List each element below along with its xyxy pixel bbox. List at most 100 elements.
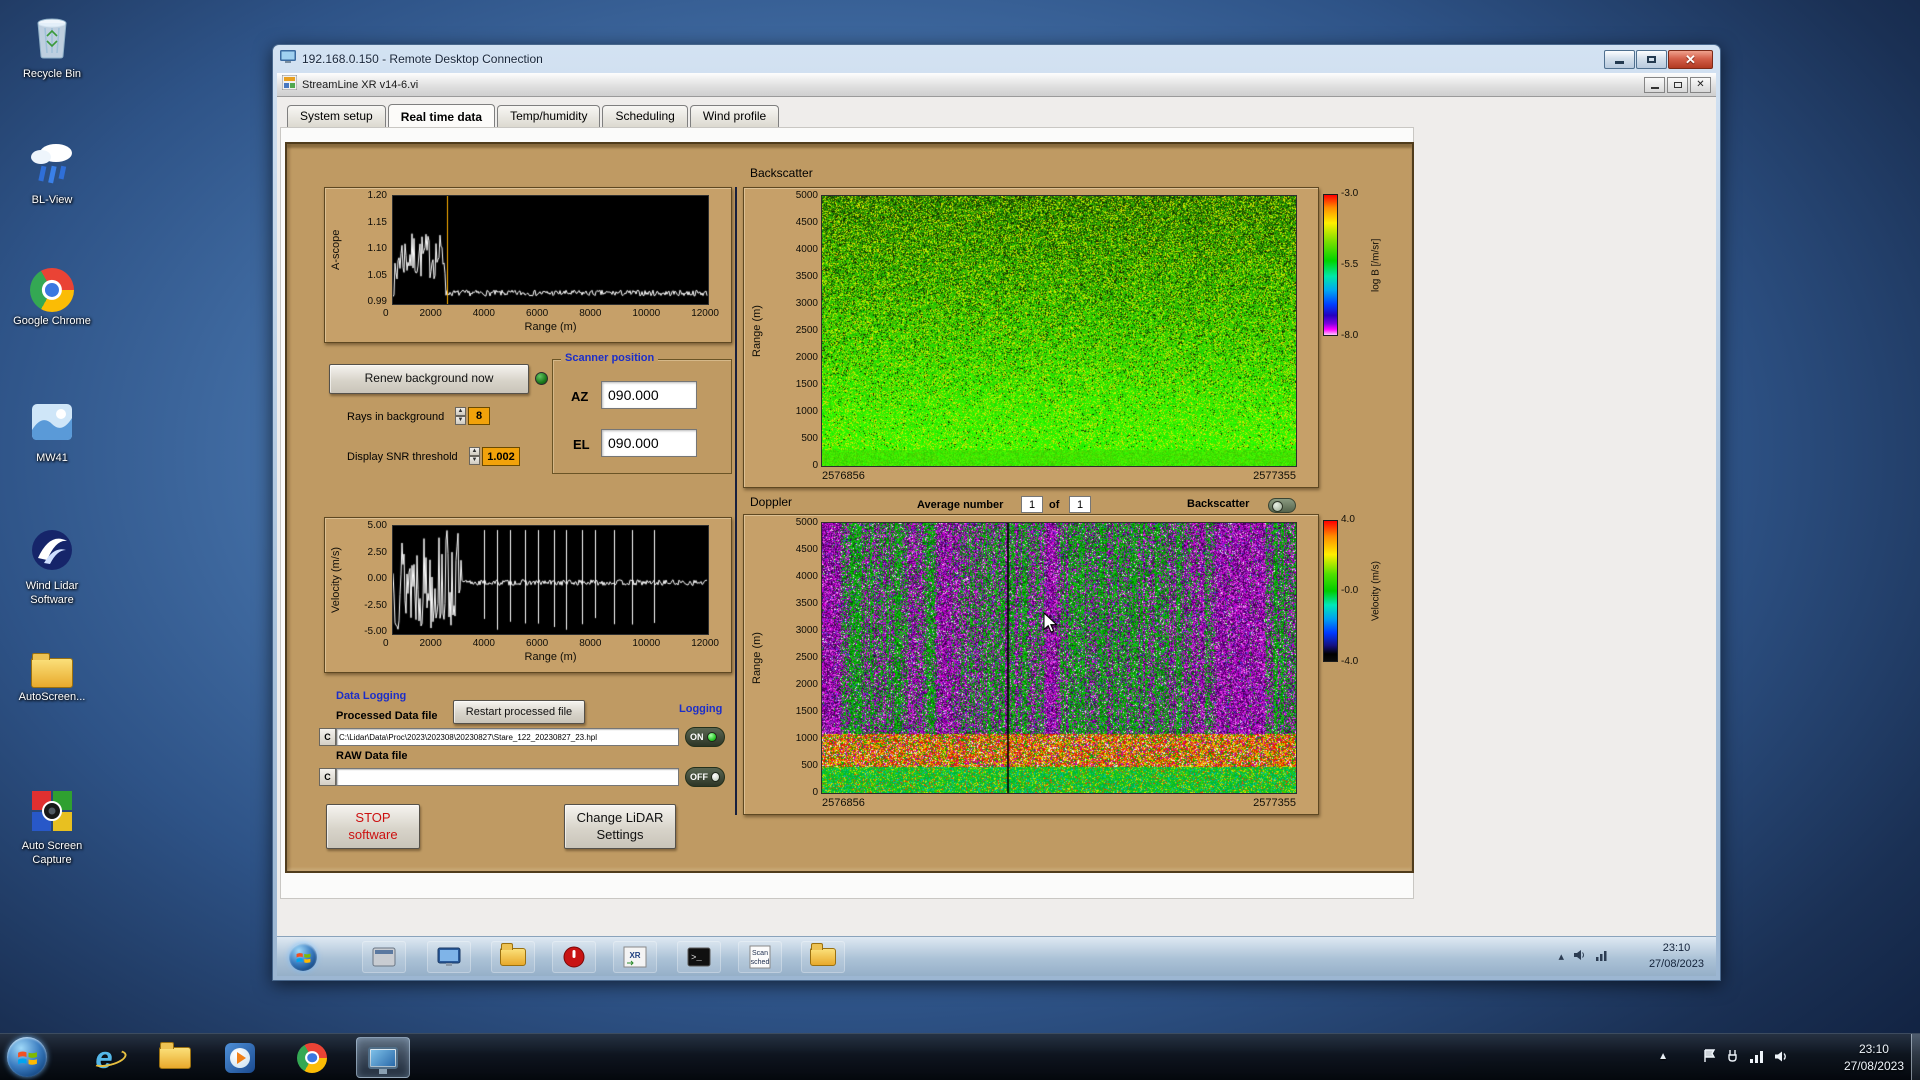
tick-label: 5.00 [367,520,387,531]
desktop-icon-mw41[interactable]: MW41 [6,400,98,466]
data-logging-title: Data Logging [336,690,407,702]
network-icon[interactable] [1749,1050,1764,1068]
spinner-up-icon[interactable]: ▲ [455,407,466,416]
renew-background-button[interactable]: Renew background now [329,364,529,394]
off-label: OFF [690,772,708,782]
tick-label: 4500 [795,544,818,555]
desktop-icon-wind-lidar[interactable]: Wind Lidar Software [6,528,98,608]
doppler-section-title: Doppler [750,495,793,509]
stop-software-button[interactable]: STOP software [326,804,420,849]
tab-system-setup[interactable]: System setup [287,105,386,127]
tick-label: 6000 [525,638,549,649]
show-desktop-button[interactable] [1911,1034,1920,1080]
remote-taskbar-display-settings-icon[interactable] [427,941,471,973]
desktop-icon-autoscreen[interactable]: AutoScreen... [6,653,98,705]
processed-drive-box[interactable]: C [319,728,336,746]
tick-label: 5000 [795,517,818,528]
raw-logging-toggle-off[interactable]: OFF [685,767,725,787]
ascope-y-ticks: 1.20 1.15 1.10 1.05 0.99 [349,191,387,307]
spinner-down-icon[interactable]: ▼ [455,416,466,425]
backscatter-chart-group: Range (m) 5000 4500 4000 3500 3000 2500 2000 15… [743,187,1319,488]
remote-taskbar-xr-tool-icon[interactable]: XR [613,941,657,973]
host-clock[interactable]: 23:10 27/08/2023 [1844,1041,1904,1075]
raw-path-input[interactable] [336,768,679,786]
remote-start-button[interactable] [289,943,317,971]
tick-label: 2000 [419,308,442,319]
desktop-icon-recycle-bin[interactable]: Recycle Bin [6,14,98,82]
tab-wind-profile[interactable]: Wind profile [689,105,780,127]
snr-threshold-label: Display SNR threshold [347,451,458,463]
rays-value-box[interactable]: 8 [468,407,490,425]
change-lidar-settings-button[interactable]: Change LiDAR Settings [564,804,676,849]
rdp-titlebar[interactable]: 192.168.0.150 - Remote Desktop Connectio… [273,45,1720,73]
taskbar-google-chrome[interactable] [285,1037,339,1078]
app-titlebar[interactable]: StreamLine XR v14-6.vi ✕ [277,73,1716,97]
remote-taskbar-stop-power-icon[interactable] [552,941,596,973]
desktop-icon-bl-view[interactable]: BL-View [6,140,98,208]
tab-scheduling[interactable]: Scheduling [602,105,688,127]
tick-label: 500 [801,760,818,771]
off-led-icon [711,772,720,782]
action-center-flag-icon[interactable] [1703,1049,1716,1068]
doppler-colorbar [1323,520,1338,662]
scanner-position-title: Scanner position [561,352,659,364]
renew-background-label: Renew background now [364,371,494,386]
processed-path-input[interactable]: C:\Lidar\Data\Proc\2023\202308\20230827\… [336,728,679,746]
processed-logging-toggle-on[interactable]: ON [685,727,725,747]
app-close-button[interactable]: ✕ [1690,76,1711,93]
az-input[interactable]: 090.000 [601,381,697,409]
velocity-x-axis-label: Range (m) [524,651,577,663]
raw-drive-box[interactable]: C [319,768,336,786]
backscatter-colorbar-ticks: -3.0 -5.5 -8.0 [1341,189,1369,341]
tick-label: 4000 [472,308,495,319]
tick-label: -5.00 [364,626,387,637]
remote-taskbar: XR >_ Scan sched ▴ 23:10 27/08/2023 [277,936,1716,976]
desktop-icon-auto-screen-capture[interactable]: Auto Screen Capture [6,790,98,868]
host-start-button[interactable] [7,1037,47,1077]
rdp-minimize-button[interactable] [1604,49,1635,69]
tab-temp-humidity[interactable]: Temp/humidity [497,105,601,127]
tray-expand-icon[interactable]: ▴ [1558,950,1564,963]
snr-spinner[interactable]: ▲ ▼ [469,447,480,465]
remote-taskbar-app-window-icon[interactable] [362,941,406,973]
taskbar-windows-explorer[interactable] [148,1037,202,1078]
doppler-colorbar-label: Velocity (m/s) [1370,561,1382,622]
volume-icon[interactable] [1573,949,1586,964]
snr-value-box[interactable]: 1.002 [482,447,520,466]
power-icon[interactable] [1726,1049,1739,1068]
app-restore-button[interactable] [1667,76,1688,93]
tick-label: 1500 [795,379,818,390]
taskbar-internet-explorer[interactable]: e [77,1037,131,1078]
average-total-box[interactable]: 1 [1069,496,1091,513]
tick-label: 8000 [579,308,602,319]
remote-taskbar-files-folder-icon[interactable] [801,941,845,973]
desktop-icon-label: Wind Lidar Software [25,580,79,606]
backscatter-colorbar-label: log B [/m/sr] [1370,238,1382,292]
remote-taskbar-console-icon[interactable]: >_ [677,941,721,973]
tick-label: 0 [383,308,389,319]
rdp-maximize-button[interactable] [1636,49,1667,69]
tab-real-time-data[interactable]: Real time data [387,104,496,128]
panel-divider-line [735,187,737,815]
remote-taskbar-scan-scheduler-icon[interactable]: Scan sched [738,941,782,973]
average-number-box[interactable]: 1 [1021,496,1043,513]
restart-processed-file-button[interactable]: Restart processed file [453,700,585,724]
tray-show-hidden-icons[interactable]: ▲ [1658,1051,1668,1062]
rdp-close-button[interactable]: ✕ [1668,49,1713,69]
app-minimize-button[interactable] [1644,76,1665,93]
el-input[interactable]: 090.000 [601,429,697,457]
tick-label: -4.0 [1341,656,1359,667]
tick-label: 2500 [795,652,818,663]
remote-taskbar-folder-icon[interactable] [491,941,535,973]
rays-spinner[interactable]: ▲ ▼ [455,407,466,425]
taskbar-windows-media-player[interactable] [213,1037,267,1078]
remote-clock[interactable]: 23:10 27/08/2023 [1649,941,1704,973]
desktop-icon-google-chrome[interactable]: Google Chrome [6,268,98,329]
tick-label: 2500 [795,325,818,336]
network-icon[interactable] [1595,949,1608,964]
spinner-up-icon[interactable]: ▲ [469,447,480,456]
volume-icon[interactable] [1774,1050,1788,1068]
spinner-down-icon[interactable]: ▼ [469,456,480,465]
backscatter-toggle[interactable] [1268,498,1296,513]
taskbar-remote-desktop-active[interactable] [356,1037,410,1078]
